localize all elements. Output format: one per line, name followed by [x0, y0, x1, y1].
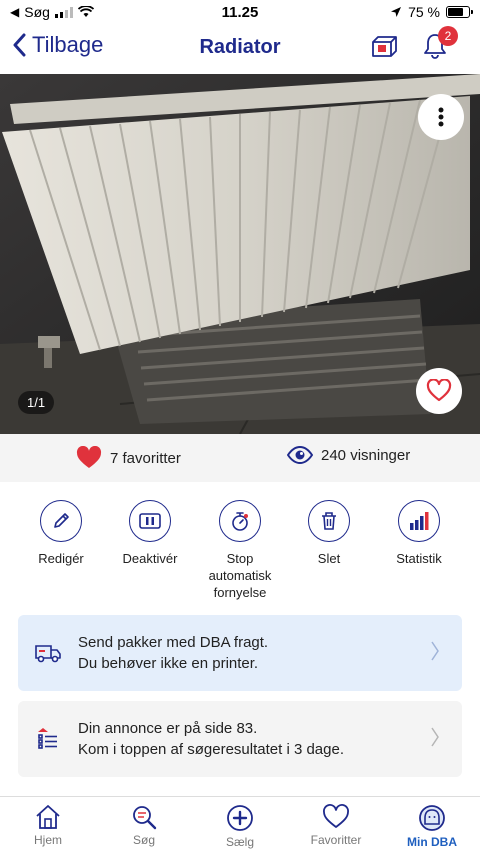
profile-icon — [419, 805, 445, 831]
favorites-count: 7 favoritter — [110, 449, 181, 467]
heart-filled-icon — [76, 446, 102, 468]
tab-bar: Hjem Søg Sælg Favoritter Min DBA — [0, 796, 480, 853]
ranking-line-2: Kom i toppen af søgeresultatet i 3 dage. — [78, 741, 344, 758]
nav-icons: 2 — [370, 26, 458, 60]
notifications-button[interactable]: 2 — [422, 26, 458, 60]
stopwatch-icon — [219, 500, 261, 542]
statistics-button[interactable]: Statistik — [374, 500, 464, 567]
shipping-text: Send pakker med DBA fragt. Du behøver ik… — [78, 632, 430, 674]
delete-label: Slet — [317, 551, 341, 566]
photo-counter: 1/1 — [18, 391, 55, 414]
search-list-icon — [133, 806, 157, 830]
favorites-stat: 7 favoritter — [76, 446, 181, 470]
pencil-icon — [40, 500, 82, 542]
tab-sell[interactable]: Sælg — [192, 797, 288, 853]
plus-circle-icon — [227, 805, 253, 831]
home-icon — [36, 805, 60, 829]
chevron-right-icon — [430, 726, 444, 753]
tab-my-dba[interactable]: Min DBA — [384, 797, 480, 853]
shipping-line-2: Du behøver ikke en printer. — [78, 655, 259, 672]
tab-home-label: Hjem — [33, 833, 62, 847]
status-left: ◀ Søg — [10, 4, 94, 20]
tab-favorites[interactable]: Favoritter — [288, 797, 384, 853]
deactivate-label: Deaktivér — [122, 551, 178, 566]
favorite-button[interactable] — [416, 368, 462, 414]
heart-outline-icon — [426, 379, 452, 402]
tab-search-label: Søg — [132, 833, 155, 847]
battery-icon — [446, 6, 473, 18]
stop-auto-renew-label: Stop automatisk fornyelse — [208, 551, 272, 600]
delivery-truck-icon — [32, 642, 64, 664]
chevron-right-icon — [430, 640, 444, 667]
back-label: Tilbage — [32, 32, 104, 57]
back-to-app-arrow-icon: ◀ — [10, 5, 20, 19]
stats-row: 7 favoritter 240 visninger — [0, 434, 480, 482]
trash-icon — [308, 500, 350, 542]
back-button[interactable]: Tilbage — [12, 32, 103, 58]
more-vertical-icon — [438, 107, 444, 127]
heart-icon — [323, 804, 349, 828]
deactivate-button[interactable]: Deaktivér — [105, 500, 195, 567]
ranking-text: Din annonce er på side 83. Kom i toppen … — [78, 718, 430, 760]
inbox-box-icon[interactable] — [370, 34, 398, 58]
nav-header: Tilbage Radiator 2 — [0, 24, 480, 74]
ranking-promo-card[interactable]: Din annonce er på side 83. Kom i toppen … — [18, 701, 462, 777]
notification-badge: 2 — [438, 26, 458, 46]
eye-icon — [287, 446, 313, 464]
stop-auto-renew-button[interactable]: Stop automatisk fornyelse — [195, 500, 285, 601]
tab-search[interactable]: Søg — [96, 797, 192, 853]
edit-label: Redigér — [38, 551, 84, 566]
views-count: 240 visninger — [321, 446, 411, 464]
shipping-line-1: Send pakker med DBA fragt. — [78, 634, 269, 651]
tab-my-dba-label: Min DBA — [407, 835, 457, 849]
chevron-left-icon — [13, 33, 26, 57]
radiator-photo — [0, 74, 480, 434]
edit-button[interactable]: Redigér — [16, 500, 106, 567]
shipping-promo-card[interactable]: Send pakker med DBA fragt. Du behøver ik… — [18, 615, 462, 691]
wifi-icon — [77, 6, 94, 17]
status-bar: ◀ Søg 11.25 75 % — [0, 0, 480, 24]
more-options-button[interactable] — [418, 94, 464, 140]
views-stat: 240 visninger — [287, 446, 410, 464]
delete-button[interactable]: Slet — [284, 500, 374, 567]
ranking-list-icon — [32, 727, 64, 751]
tab-sell-label: Sælg — [225, 835, 254, 849]
ranking-line-1: Din annonce er på side 83. — [78, 720, 258, 737]
statistics-label: Statistik — [396, 551, 442, 566]
tab-home[interactable]: Hjem — [0, 797, 96, 853]
status-right: 75 % — [390, 4, 473, 20]
listing-photo[interactable]: 1/1 — [0, 74, 480, 434]
signal-icon — [54, 6, 73, 18]
location-arrow-icon — [391, 7, 402, 17]
battery-percent: 75 % — [408, 4, 440, 20]
pause-icon — [129, 500, 171, 542]
tab-favorites-label: Favoritter — [310, 833, 362, 847]
bar-chart-icon — [398, 500, 440, 542]
carrier-label: Søg — [24, 4, 50, 20]
